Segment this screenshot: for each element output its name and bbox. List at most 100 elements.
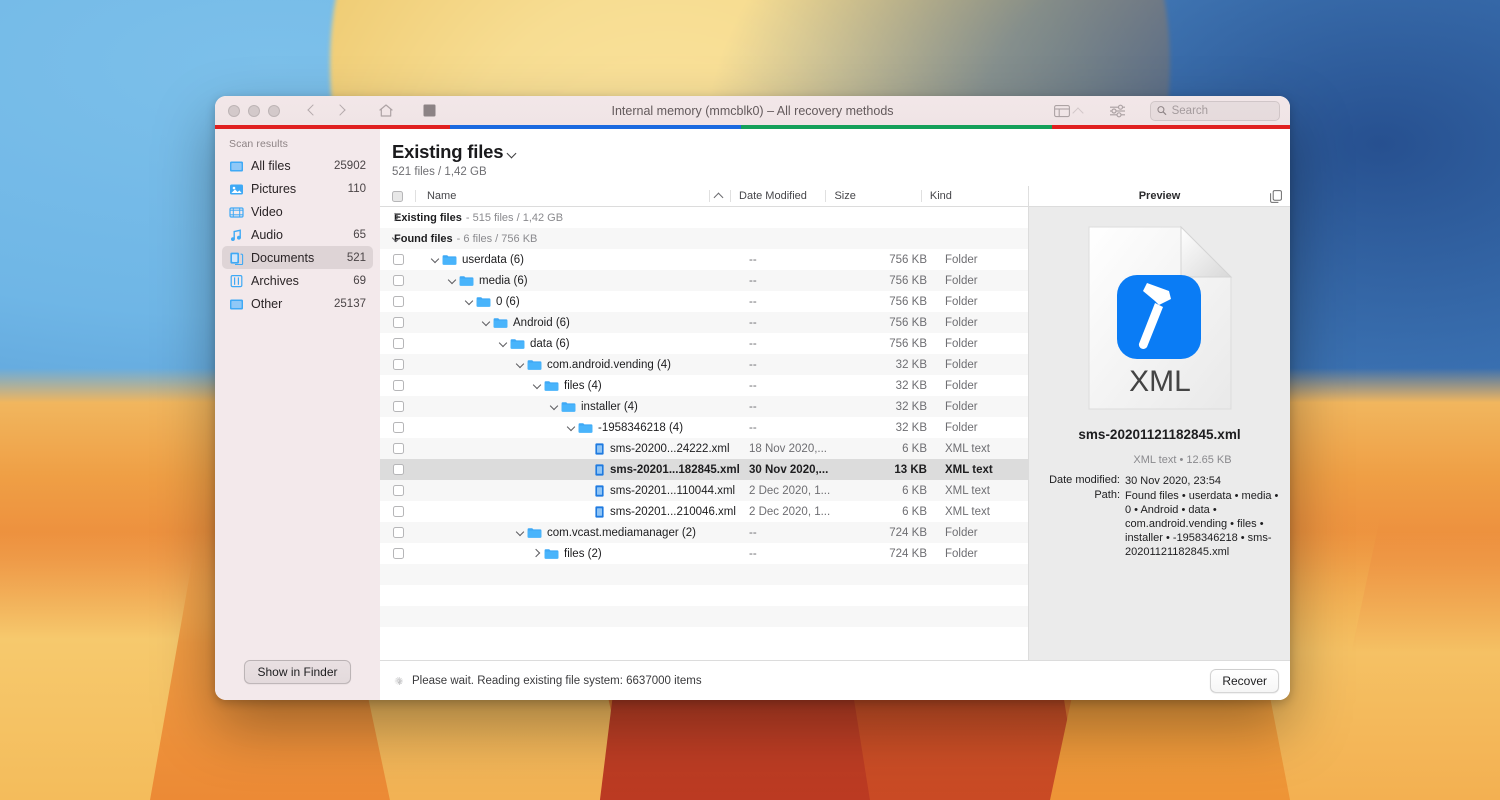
row-checkbox[interactable] <box>392 548 404 559</box>
home-icon[interactable] <box>378 103 394 118</box>
table-row[interactable]: com.vcast.mediamanager (2) -- 724 KB Folder <box>380 522 1028 543</box>
group-disclosure[interactable] <box>380 232 394 246</box>
search-input[interactable] <box>1171 104 1273 117</box>
folder-icon <box>442 254 457 265</box>
row-checkbox[interactable] <box>392 275 404 286</box>
table-row[interactable]: data (6) -- 756 KB Folder <box>380 333 1028 354</box>
chevron-down-icon[interactable] <box>462 295 476 309</box>
row-checkbox[interactable] <box>392 464 404 475</box>
row-checkbox[interactable] <box>392 254 404 265</box>
select-all-header[interactable] <box>380 186 415 206</box>
close-button[interactable] <box>228 104 240 117</box>
row-checkbox-cell[interactable] <box>380 380 416 391</box>
chevron-down-icon[interactable] <box>508 150 517 159</box>
row-checkbox[interactable] <box>392 317 404 328</box>
row-checkbox[interactable] <box>392 443 404 454</box>
sort-indicator[interactable] <box>708 186 730 206</box>
row-checkbox-cell[interactable] <box>380 401 416 412</box>
sidebar-item-documents[interactable]: Documents 521 <box>222 246 373 269</box>
zoom-button[interactable] <box>268 104 280 117</box>
sidebar-item-archives[interactable]: Archives 69 <box>222 269 373 292</box>
column-header-kind[interactable]: Kind <box>920 186 1028 206</box>
column-header-date-modified[interactable]: Date Modified <box>730 186 825 206</box>
chevron-down-icon[interactable] <box>496 337 510 351</box>
cell-size: 756 KB <box>889 295 927 308</box>
row-checkbox[interactable] <box>392 359 404 370</box>
select-all-checkbox[interactable] <box>391 190 403 202</box>
sidebar-item-all-files[interactable]: All files 25902 <box>222 154 373 177</box>
no-disclosure <box>581 484 595 498</box>
sidebar-item-audio[interactable]: Audio 65 <box>222 223 373 246</box>
copy-icon[interactable] <box>1270 190 1282 206</box>
table-row[interactable]: installer (4) -- 32 KB Folder <box>380 396 1028 417</box>
column-header-name[interactable]: Name <box>414 186 709 206</box>
row-checkbox-cell[interactable] <box>380 254 416 265</box>
view-options-icon[interactable] <box>1054 104 1083 118</box>
show-in-finder-button[interactable]: Show in Finder <box>244 660 351 684</box>
row-checkbox-cell[interactable] <box>380 485 416 496</box>
sidebar-item-video[interactable]: Video <box>222 200 373 223</box>
row-checkbox[interactable] <box>392 485 404 496</box>
row-checkbox-cell[interactable] <box>380 359 416 370</box>
table-row[interactable]: userdata (6) -- 756 KB Folder <box>380 249 1028 270</box>
recover-button[interactable]: Recover <box>1210 668 1279 693</box>
cell-name: com.android.vending (4) <box>416 358 740 372</box>
chevron-right-icon[interactable] <box>389 211 403 225</box>
sidebar-item-pictures[interactable]: Pictures 110 <box>222 177 373 200</box>
row-checkbox-cell[interactable] <box>380 443 416 454</box>
row-checkbox-cell[interactable] <box>380 338 416 349</box>
back-icon[interactable] <box>306 105 317 116</box>
row-checkbox-cell[interactable] <box>380 422 416 433</box>
row-checkbox[interactable] <box>392 296 404 307</box>
row-checkbox[interactable] <box>392 380 404 391</box>
table-row[interactable]: sms-20200...24222.xml 18 Nov 2020,... 6 KB… <box>380 438 1028 459</box>
chevron-down-icon[interactable] <box>547 400 561 414</box>
row-checkbox[interactable] <box>392 401 404 412</box>
row-checkbox[interactable] <box>392 527 404 538</box>
chevron-right-icon[interactable] <box>530 547 544 561</box>
table-row[interactable]: sms-20201...110044.xml 2 Dec 2020, 1... 6 … <box>380 480 1028 501</box>
row-checkbox[interactable] <box>392 338 404 349</box>
group-disclosure[interactable] <box>380 211 394 225</box>
chevron-down-icon[interactable] <box>389 232 403 246</box>
minimize-button[interactable] <box>248 104 260 117</box>
row-checkbox[interactable] <box>392 422 404 433</box>
chevron-down-icon[interactable] <box>513 526 527 540</box>
table-row[interactable]: files (2) -- 724 KB Folder <box>380 543 1028 564</box>
chevron-down-icon[interactable] <box>428 253 442 267</box>
file-name: sms-20200...24222.xml <box>610 442 730 455</box>
row-checkbox-cell[interactable] <box>380 464 416 475</box>
table-row[interactable]: -1958346218 (4) -- 32 KB Folder <box>380 417 1028 438</box>
table-row[interactable]: 0 (6) -- 756 KB Folder <box>380 291 1028 312</box>
column-header-size[interactable]: Size <box>825 186 920 206</box>
main-header: Existing files 521 files / 1,42 GB <box>380 129 1290 186</box>
stop-icon[interactable] <box>423 104 436 117</box>
table-row[interactable]: media (6) -- 756 KB Folder <box>380 270 1028 291</box>
row-checkbox-cell[interactable] <box>380 506 416 517</box>
folder-icon <box>527 359 542 370</box>
row-checkbox-cell[interactable] <box>380 275 416 286</box>
table-row[interactable]: files (4) -- 32 KB Folder <box>380 375 1028 396</box>
row-checkbox-cell[interactable] <box>380 317 416 328</box>
chevron-down-icon[interactable] <box>479 316 493 330</box>
table-row[interactable]: sms-20201...182845.xml 30 Nov 2020,... 13 … <box>380 459 1028 480</box>
group-row[interactable]: Found files - 6 files / 756 KB <box>380 228 1028 249</box>
row-checkbox[interactable] <box>392 506 404 517</box>
table-row[interactable]: Android (6) -- 756 KB Folder <box>380 312 1028 333</box>
chevron-down-icon[interactable] <box>1074 106 1083 115</box>
chevron-down-icon[interactable] <box>513 358 527 372</box>
row-checkbox-cell[interactable] <box>380 548 416 559</box>
search-field[interactable] <box>1150 100 1280 121</box>
chevron-down-icon[interactable] <box>530 379 544 393</box>
table-row[interactable]: sms-20201...210046.xml 2 Dec 2020, 1... 6 … <box>380 501 1028 522</box>
group-row[interactable]: Existing files - 515 files / 1,42 GB <box>380 207 1028 228</box>
row-checkbox-cell[interactable] <box>380 527 416 538</box>
table-row[interactable]: com.android.vending (4) -- 32 KB Folder <box>380 354 1028 375</box>
row-checkbox-cell[interactable] <box>380 296 416 307</box>
page-title-row[interactable]: Existing files <box>392 141 1290 163</box>
chevron-down-icon[interactable] <box>564 421 578 435</box>
filter-sliders-icon[interactable] <box>1109 104 1126 118</box>
sidebar-item-other[interactable]: Other 25137 <box>222 292 373 315</box>
forward-icon[interactable] <box>335 105 346 116</box>
chevron-down-icon[interactable] <box>445 274 459 288</box>
